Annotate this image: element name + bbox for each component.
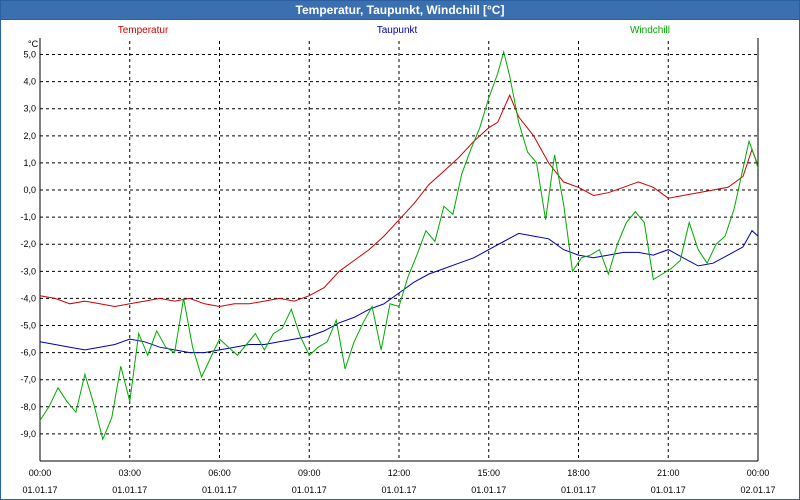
legend-temperatur: Temperatur	[118, 25, 169, 36]
x-tick-time: 21:00	[657, 468, 680, 478]
x-tick-date: 01.01.17	[202, 485, 237, 495]
x-tick-date: 01.01.17	[381, 485, 416, 495]
y-tick-label: 2,0	[23, 131, 36, 141]
x-tick-time: 03:00	[118, 468, 141, 478]
x-tick-date: 01.01.17	[292, 485, 327, 495]
y-tick-label: 4,0	[23, 77, 36, 87]
y-tick-label: -2,0	[20, 239, 36, 249]
y-tick-label: -9,0	[20, 429, 36, 439]
x-tick-date: 02.01.17	[740, 485, 775, 495]
x-tick-date: 01.01.17	[471, 485, 506, 495]
x-tick-date: 01.01.17	[22, 485, 57, 495]
x-tick-time: 15:00	[477, 468, 500, 478]
y-tick-label: -6,0	[20, 348, 36, 358]
y-tick-label: -7,0	[20, 375, 36, 385]
x-tick-time: 09:00	[298, 468, 321, 478]
y-tick-label: -4,0	[20, 293, 36, 303]
y-tick-label: 5,0	[23, 50, 36, 60]
chart-canvas: 5,0 4,0 3,0 2,0 1,0 0,0 -1,0 -2,0 -3,0 -4,0 -5,0 -6…	[20, 25, 775, 495]
y-tick-label: -8,0	[20, 402, 36, 412]
x-tick-date: 01.01.17	[112, 485, 147, 495]
y-tick-label: -1,0	[20, 212, 36, 222]
y-tick-label: 0,0	[23, 185, 36, 195]
x-tick-time: 06:00	[208, 468, 231, 478]
y-tick-label: -3,0	[20, 266, 36, 276]
y-axis-unit: °C	[28, 39, 39, 49]
x-tick-date: 01.01.17	[561, 485, 596, 495]
y-tick-label: 3,0	[23, 104, 36, 114]
legend-windchill: Windchill	[630, 25, 670, 36]
legend-taupunkt: Taupunkt	[377, 25, 418, 36]
series-line-taupunkt	[39, 229, 759, 354]
y-tick-label: 1,0	[23, 158, 36, 168]
x-tick-time: 18:00	[567, 468, 590, 478]
x-tick-time: 00:00	[747, 468, 770, 478]
y-tick-label: -5,0	[20, 321, 36, 331]
x-tick-time: 00:00	[29, 468, 52, 478]
x-tick-time: 12:00	[388, 468, 411, 478]
x-tick-date: 01.01.17	[651, 485, 686, 495]
